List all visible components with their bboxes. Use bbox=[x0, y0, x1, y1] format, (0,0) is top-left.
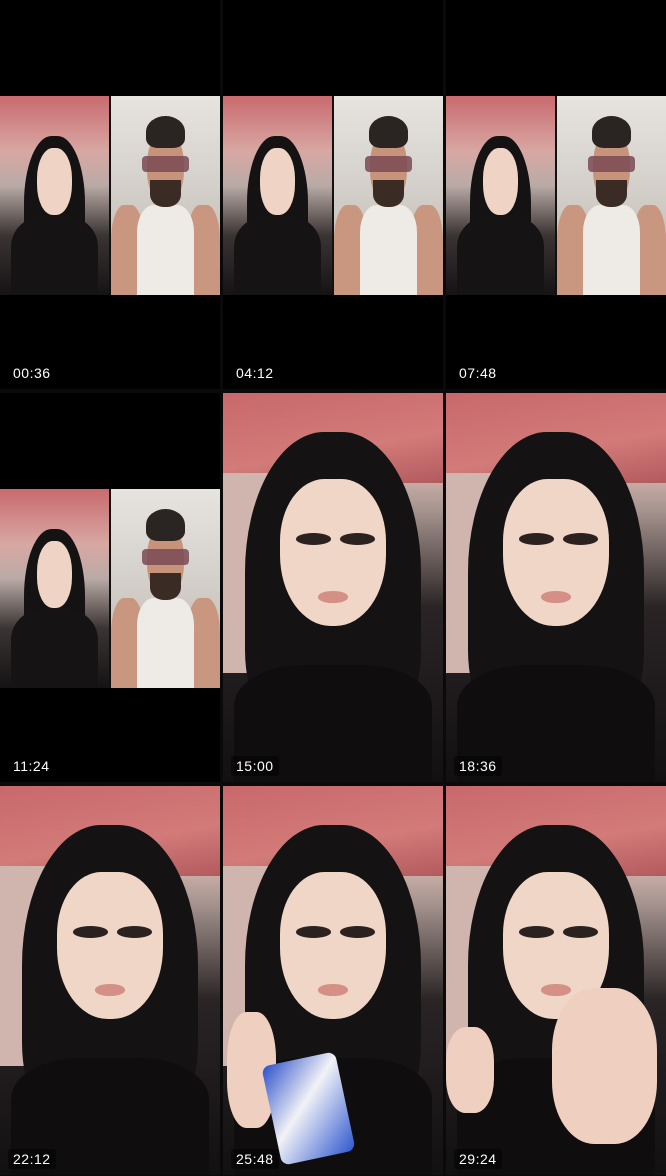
timestamp-label: 07:48 bbox=[454, 363, 502, 383]
left-camera-feed bbox=[0, 96, 109, 295]
left-camera-feed bbox=[446, 96, 555, 295]
split-screen-frame bbox=[223, 96, 443, 295]
timestamp-label: 04:12 bbox=[231, 363, 279, 383]
video-thumbnail[interactable]: 00:36 bbox=[0, 0, 220, 389]
right-camera-feed bbox=[111, 96, 220, 295]
video-thumbnail[interactable]: 11:24 bbox=[0, 393, 220, 782]
split-screen-frame bbox=[0, 96, 220, 295]
split-screen-frame bbox=[446, 96, 666, 295]
camera-feed bbox=[223, 393, 443, 782]
video-thumbnail[interactable]: 25:48 bbox=[223, 786, 443, 1175]
video-thumbnail[interactable]: 29:24 bbox=[446, 786, 666, 1175]
camera-feed bbox=[446, 393, 666, 782]
timestamp-label: 00:36 bbox=[8, 363, 56, 383]
video-thumbnail[interactable]: 07:48 bbox=[446, 0, 666, 389]
video-thumbnail[interactable]: 22:12 bbox=[0, 786, 220, 1175]
split-screen-frame bbox=[0, 489, 220, 688]
camera-feed bbox=[0, 786, 220, 1175]
right-camera-feed bbox=[557, 96, 666, 295]
timestamp-label: 15:00 bbox=[231, 756, 279, 776]
left-camera-feed bbox=[0, 489, 109, 688]
timestamp-label: 29:24 bbox=[454, 1149, 502, 1169]
video-thumbnail[interactable]: 18:36 bbox=[446, 393, 666, 782]
camera-feed bbox=[446, 786, 666, 1175]
timestamp-label: 22:12 bbox=[8, 1149, 56, 1169]
video-thumbnail[interactable]: 15:00 bbox=[223, 393, 443, 782]
timestamp-label: 18:36 bbox=[454, 756, 502, 776]
timestamp-label: 11:24 bbox=[8, 756, 55, 776]
video-thumbnail[interactable]: 04:12 bbox=[223, 0, 443, 389]
video-thumbnail-grid: 00:36 04:12 07:48 11:24 15:00 18:36 22:1… bbox=[0, 0, 666, 1176]
right-camera-feed bbox=[111, 489, 220, 688]
left-camera-feed bbox=[223, 96, 332, 295]
timestamp-label: 25:48 bbox=[231, 1149, 279, 1169]
camera-feed bbox=[223, 786, 443, 1175]
right-camera-feed bbox=[334, 96, 443, 295]
